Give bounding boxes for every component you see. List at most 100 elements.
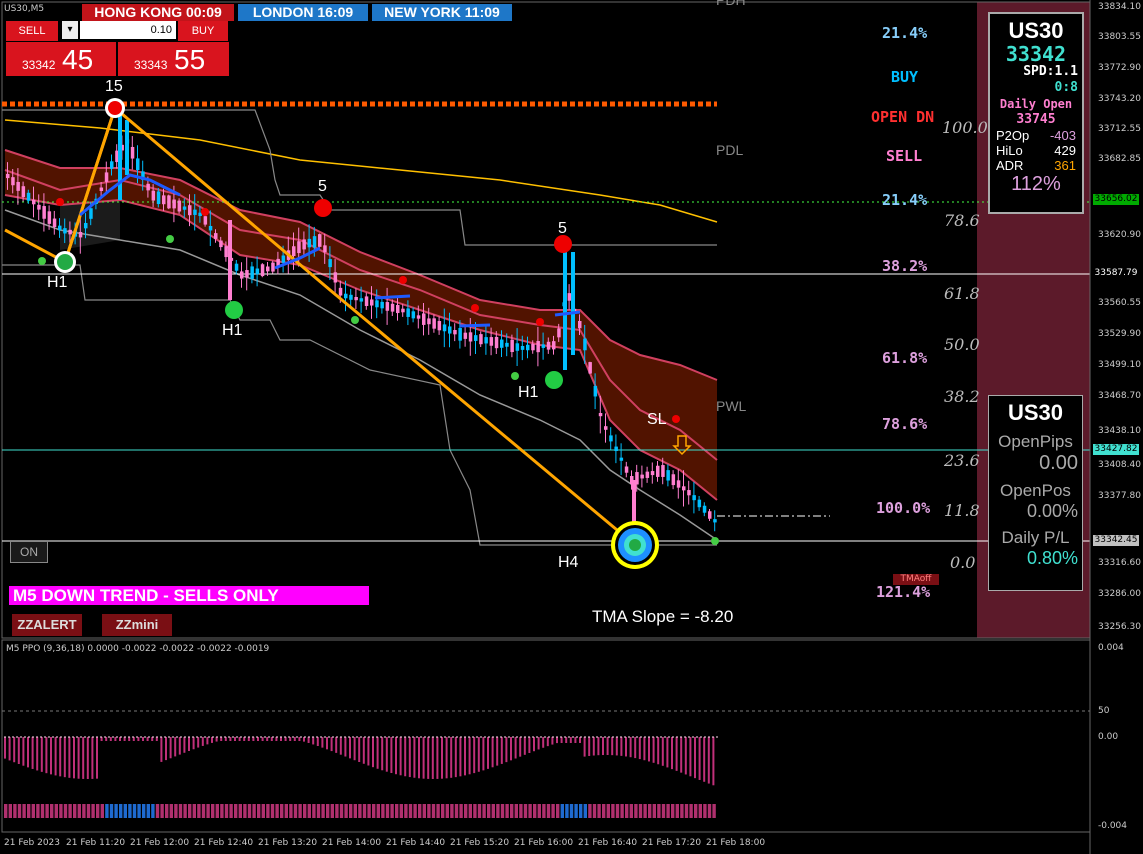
candle-body — [458, 328, 462, 341]
ppo-bar — [620, 737, 623, 756]
ppo-bar-bottom — [22, 804, 26, 818]
ppo-bar — [372, 737, 374, 768]
ppo-bar — [349, 737, 351, 759]
pdl-label: PDL — [716, 142, 744, 158]
ppo-bar — [17, 737, 20, 764]
ppo-bar-bottom — [464, 804, 468, 818]
ppo-bar — [151, 737, 154, 741]
ppo-bar — [588, 737, 591, 756]
ppo-bar — [50, 737, 52, 775]
buy-button[interactable]: BUY — [178, 21, 228, 41]
ppo-bar — [376, 737, 379, 769]
ppo-bar-bottom — [698, 804, 702, 818]
ppo-histogram — [4, 736, 718, 818]
sell-button[interactable]: SELL — [6, 21, 58, 41]
ppo-label: M5 PPO (9,36,18) 0.0000 -0.0022 -0.0022 … — [6, 644, 270, 654]
candle-body — [588, 362, 592, 374]
candle-body — [136, 158, 140, 171]
ppo-bar-bottom — [468, 804, 472, 818]
candle-body — [156, 191, 161, 205]
ppo-bar-bottom — [183, 804, 187, 818]
ppo-bar-bottom — [105, 804, 109, 818]
quote-symbol: US30 — [1008, 18, 1064, 43]
candle-body — [682, 486, 686, 491]
candle-body — [510, 339, 514, 353]
lot-size-input[interactable]: 0.10 — [80, 21, 176, 39]
ppo-bar — [312, 737, 315, 745]
ppo-bar-bottom — [671, 804, 675, 818]
on-toggle-button[interactable]: ON — [10, 541, 48, 563]
candle-body — [505, 342, 509, 347]
fib-right-3: 50.0 — [944, 335, 980, 354]
bid-price-box[interactable]: 33342 45 — [6, 42, 116, 76]
ppo-bar-bottom — [450, 804, 454, 818]
candle-body — [104, 172, 109, 182]
candle-body — [416, 315, 421, 319]
ppo-bar — [252, 737, 255, 741]
fib-right-6: 11.8 — [944, 501, 980, 520]
zzmini-button[interactable]: ZZmini — [102, 614, 172, 636]
candle-body — [557, 328, 561, 338]
ppo-bar — [560, 737, 563, 743]
ppo-bar — [675, 737, 678, 771]
ppo-bar-bottom — [413, 804, 417, 818]
ppo-bar — [597, 737, 600, 756]
ppo-bar-bottom — [82, 804, 86, 818]
ppo-bar-bottom — [146, 804, 150, 818]
adr-row: ADR 361 — [990, 158, 1082, 173]
ppo-bar — [201, 737, 204, 746]
candle-body — [354, 296, 358, 301]
pdh-label: PDH — [716, 0, 746, 8]
ppo-bar-bottom — [201, 804, 206, 818]
candle-body — [146, 183, 150, 191]
ppo-bar-bottom — [27, 804, 31, 818]
zzalert-button[interactable]: ZZALERT — [12, 614, 82, 636]
candle-body — [619, 457, 624, 461]
ppo-bar — [473, 737, 476, 774]
ppo-bar — [528, 737, 531, 754]
candle-body — [546, 341, 551, 350]
ppo-bar-bottom — [349, 804, 353, 818]
ppo-bar-bottom — [689, 804, 693, 818]
ppo-bar-bottom — [50, 804, 54, 818]
candle-body — [385, 302, 390, 311]
ppo-bar-bottom — [551, 804, 555, 818]
ppo-bar-bottom — [385, 804, 390, 818]
tma-off-tag[interactable]: TMAoff — [893, 574, 939, 585]
ppo-bar — [358, 737, 361, 763]
ppo-bar — [703, 737, 706, 782]
ppo-bar — [422, 737, 425, 779]
ppo-bar — [303, 737, 305, 742]
candle-body — [130, 146, 135, 159]
ppo-bar-bottom — [694, 804, 698, 818]
ppo-bar-bottom — [247, 804, 252, 818]
ppo-bar-bottom — [280, 804, 284, 818]
pips-symbol: US30 — [1007, 400, 1064, 425]
candle-body — [338, 287, 343, 296]
candle-body — [515, 343, 520, 351]
candle-body — [37, 204, 41, 210]
ppo-bar — [27, 737, 29, 768]
signal-dot-green — [351, 316, 359, 324]
candle-body — [214, 233, 218, 239]
ppo-bar-bottom — [514, 804, 518, 818]
price-tick: 33256.30 — [1098, 622, 1141, 632]
lot-decrease-button[interactable]: ▾ — [62, 21, 78, 39]
ask-price-box[interactable]: 33343 55 — [118, 42, 229, 76]
ppo-bar — [192, 737, 195, 750]
ppo-bar-bottom — [326, 804, 330, 818]
daily-open-value: 33745 — [1016, 112, 1056, 127]
fib-label-8: 100.0% — [876, 499, 931, 517]
ppo-bar — [381, 737, 384, 771]
adr-label: ADR — [996, 158, 1024, 173]
hilo-value: 429 — [1054, 143, 1076, 158]
price-tick: 33712.55 — [1098, 124, 1141, 134]
price-tick: 33834.10 — [1098, 2, 1141, 12]
ppo-bar — [680, 737, 683, 773]
ppo-bar — [496, 737, 499, 766]
fib-label-open-dn: OPEN DN — [871, 108, 935, 126]
ppo-bar-bottom — [399, 804, 403, 818]
ppo-bar — [59, 737, 62, 777]
candle-body — [297, 241, 301, 254]
candle-body — [401, 308, 405, 313]
